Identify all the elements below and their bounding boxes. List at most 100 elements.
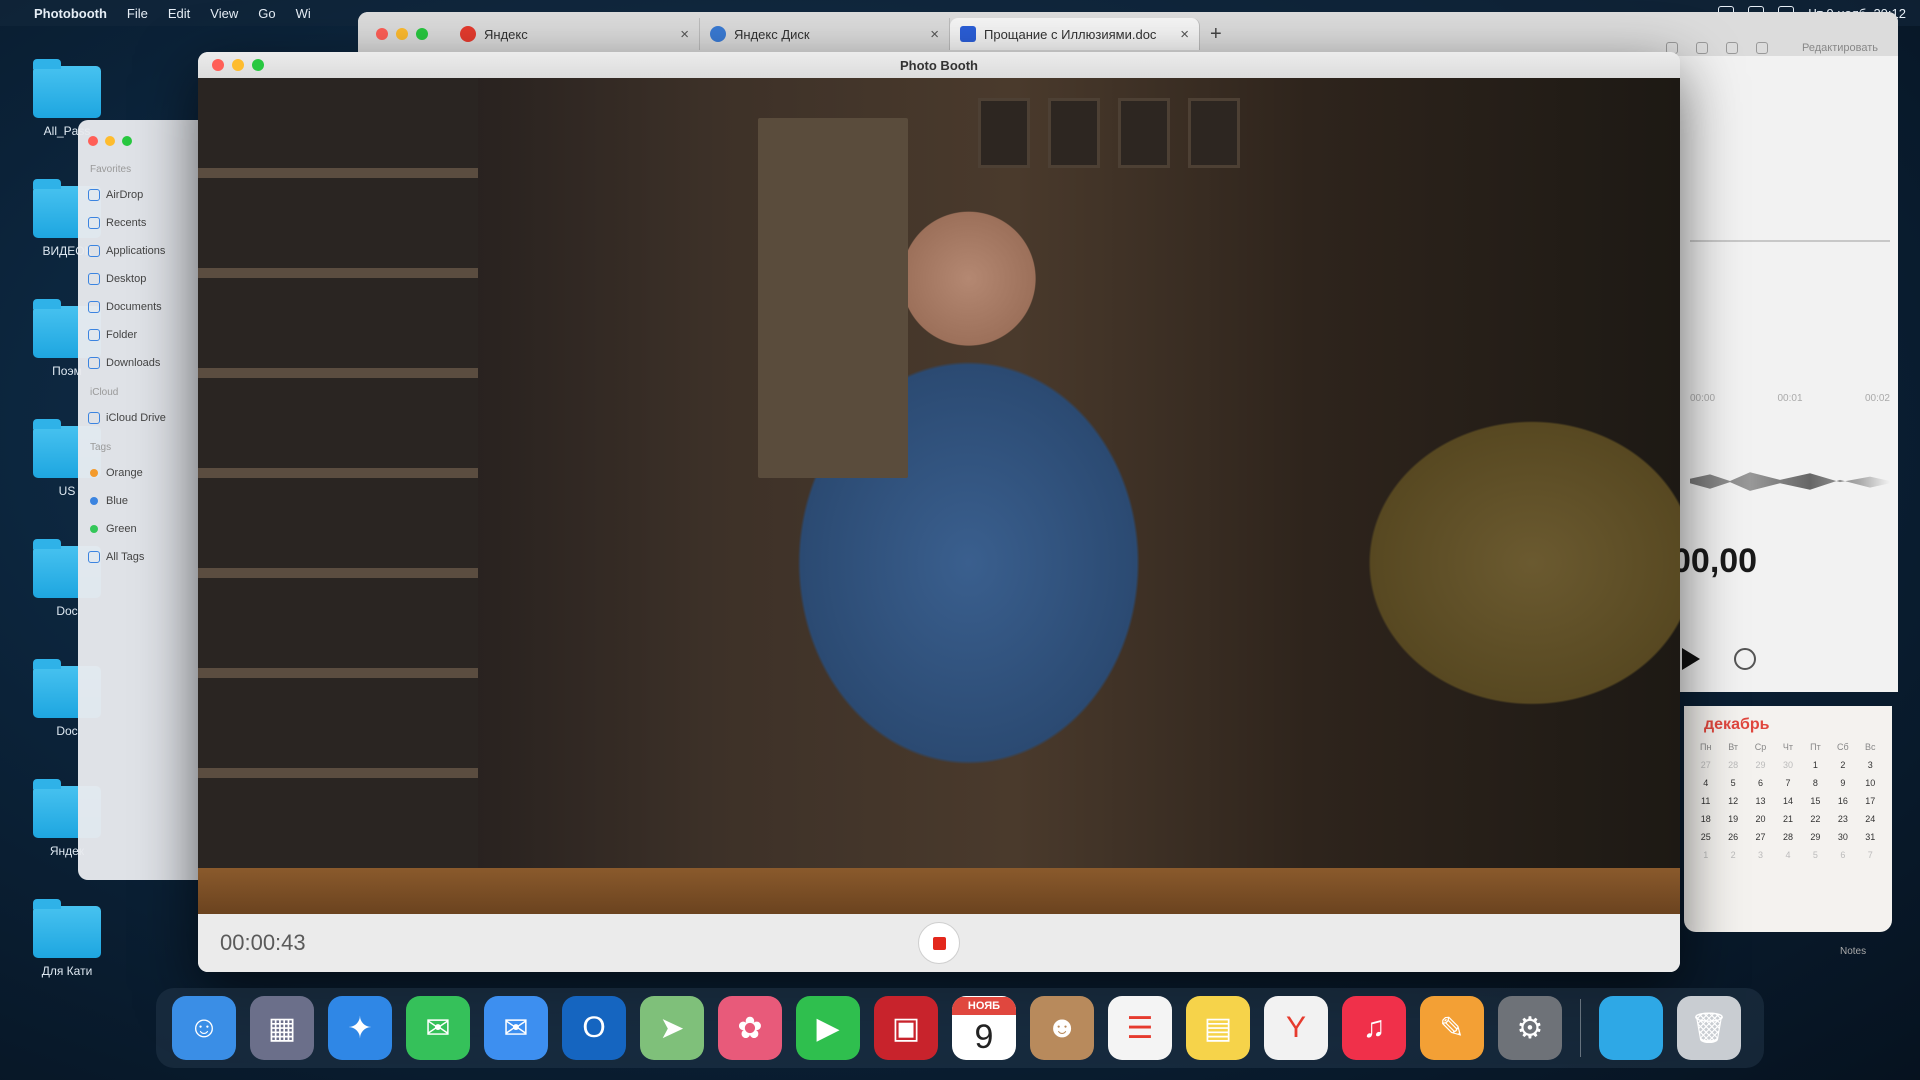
photo-booth-icon[interactable]: ▣ — [874, 996, 938, 1060]
sidebar-item-label: Blue — [106, 495, 129, 507]
calendar-day[interactable]: 10 — [1857, 778, 1884, 792]
system-settings-icon[interactable]: ⚙ — [1498, 996, 1562, 1060]
close-window-button[interactable] — [376, 28, 388, 40]
outlook-icon[interactable]: O — [562, 996, 626, 1060]
photos-icon[interactable]: ✿ — [718, 996, 782, 1060]
calendar-app-icon[interactable]: НОЯБ 9 — [952, 996, 1016, 1060]
calendar-day[interactable]: 18 — [1692, 814, 1719, 828]
maps-icon[interactable]: ➤ — [640, 996, 704, 1060]
menu-app-name[interactable]: Photobooth — [34, 6, 107, 21]
calendar-day[interactable]: 1 — [1802, 760, 1829, 774]
messages-icon[interactable]: ✉ — [406, 996, 470, 1060]
calendar-day[interactable]: 5 — [1719, 778, 1746, 792]
calendar-day[interactable]: 19 — [1719, 814, 1746, 828]
browser-tab[interactable]: Яндекс Диск × — [700, 18, 950, 50]
calendar-day[interactable]: 8 — [1802, 778, 1829, 792]
finder-icon[interactable]: ☺ — [172, 996, 236, 1060]
tag-dot-icon — [90, 469, 98, 477]
calendar-day[interactable]: 3 — [1857, 760, 1884, 774]
sidebar-item[interactable]: Recents — [88, 209, 208, 237]
calendar-day[interactable]: 28 — [1774, 832, 1801, 846]
sidebar-item[interactable]: Downloads — [88, 349, 208, 377]
sidebar-item[interactable]: Desktop — [88, 265, 208, 293]
sidebar-item[interactable]: Folder — [88, 321, 208, 349]
calendar-day[interactable]: 15 — [1802, 796, 1829, 810]
mail-icon[interactable]: ✉ — [484, 996, 548, 1060]
browser-tab[interactable]: Яндекс × — [450, 18, 700, 50]
sidebar-tag[interactable]: All Tags — [88, 543, 208, 571]
calendar-day[interactable]: 24 — [1857, 814, 1884, 828]
calendar-day[interactable]: 9 — [1829, 778, 1856, 792]
calendar-day[interactable]: 14 — [1774, 796, 1801, 810]
close-window-button[interactable] — [212, 59, 224, 71]
calendar-day[interactable]: 31 — [1857, 832, 1884, 846]
toolbar-icon[interactable] — [1726, 42, 1738, 54]
facetime-icon[interactable]: ▶ — [796, 996, 860, 1060]
browser-tab-active[interactable]: Прощание с Иллюзиями.doc × — [950, 18, 1200, 50]
toolbar-icon[interactable] — [1696, 42, 1708, 54]
menu-go[interactable]: Go — [258, 6, 275, 21]
toolbar-icon[interactable] — [1756, 42, 1768, 54]
pages-icon[interactable]: ✎ — [1420, 996, 1484, 1060]
contacts-icon[interactable]: ☻ — [1030, 996, 1094, 1060]
minimize-window-button[interactable] — [232, 59, 244, 71]
trash-icon[interactable]: 🗑 — [1677, 996, 1741, 1060]
calendar-day[interactable]: 25 — [1692, 832, 1719, 846]
new-tab-button[interactable]: + — [1210, 23, 1222, 46]
play-icon[interactable] — [1682, 648, 1700, 670]
calendar-day[interactable]: 6 — [1747, 778, 1774, 792]
zoom-window-button[interactable] — [122, 136, 132, 146]
calendar-day[interactable]: 17 — [1857, 796, 1884, 810]
calendar-day[interactable]: 22 — [1802, 814, 1829, 828]
minimize-window-button[interactable] — [105, 136, 115, 146]
close-tab-icon[interactable]: × — [680, 26, 689, 43]
downloads-folder-icon[interactable] — [1599, 996, 1663, 1060]
safari-icon[interactable]: ✦ — [328, 996, 392, 1060]
edit-link[interactable]: Редактировать — [1802, 42, 1878, 54]
timer-icon[interactable] — [1734, 648, 1756, 670]
calendar-day[interactable]: 21 — [1774, 814, 1801, 828]
calendar-day[interactable]: 16 — [1829, 796, 1856, 810]
menu-edit[interactable]: Edit — [168, 6, 190, 21]
stop-recording-button[interactable] — [918, 922, 960, 964]
sidebar-tag[interactable]: Blue — [88, 487, 208, 515]
menu-file[interactable]: File — [127, 6, 148, 21]
finder-window: Favorites AirDrop Recents Applications Desk… — [78, 120, 218, 880]
launchpad-icon[interactable]: ▦ — [250, 996, 314, 1060]
calendar-day[interactable]: 26 — [1719, 832, 1746, 846]
calendar-day[interactable]: 12 — [1719, 796, 1746, 810]
sidebar-item[interactable]: Documents — [88, 293, 208, 321]
calendar-day[interactable]: 4 — [1692, 778, 1719, 792]
photo-booth-title-bar[interactable]: Photo Booth — [198, 52, 1680, 78]
calendar-day[interactable]: 27 — [1747, 832, 1774, 846]
music-icon[interactable]: ♫ — [1342, 996, 1406, 1060]
sidebar-item[interactable]: AirDrop — [88, 181, 208, 209]
calendar-day[interactable]: 30 — [1829, 832, 1856, 846]
calendar-day[interactable]: 29 — [1802, 832, 1829, 846]
calendar-day[interactable]: 20 — [1747, 814, 1774, 828]
close-tab-icon[interactable]: × — [1180, 26, 1189, 43]
reminders-icon[interactable]: ☰ — [1108, 996, 1172, 1060]
yandex-browser-icon[interactable]: Y — [1264, 996, 1328, 1060]
sidebar-item[interactable]: iCloud Drive — [88, 404, 208, 432]
stop-icon — [932, 936, 946, 950]
picture-frame — [1048, 98, 1100, 168]
desktop-folder[interactable]: Для Кати — [22, 899, 112, 978]
sidebar-item[interactable]: Applications — [88, 237, 208, 265]
calendar-day[interactable]: 7 — [1774, 778, 1801, 792]
close-window-button[interactable] — [88, 136, 98, 146]
menu-view[interactable]: View — [210, 6, 238, 21]
notes-icon[interactable]: ▤ — [1186, 996, 1250, 1060]
calendar-day[interactable]: 2 — [1829, 760, 1856, 774]
minimize-window-button[interactable] — [396, 28, 408, 40]
zoom-window-button[interactable] — [252, 59, 264, 71]
calendar-day[interactable]: 11 — [1692, 796, 1719, 810]
calendar-day[interactable]: 13 — [1747, 796, 1774, 810]
sidebar-tag[interactable]: Green — [88, 515, 208, 543]
sidebar-tag[interactable]: Orange — [88, 459, 208, 487]
menu-window[interactable]: Wi — [296, 6, 311, 21]
close-tab-icon[interactable]: × — [930, 26, 939, 43]
calendar-day-muted: 6 — [1840, 850, 1846, 860]
calendar-day[interactable]: 23 — [1829, 814, 1856, 828]
zoom-window-button[interactable] — [416, 28, 428, 40]
